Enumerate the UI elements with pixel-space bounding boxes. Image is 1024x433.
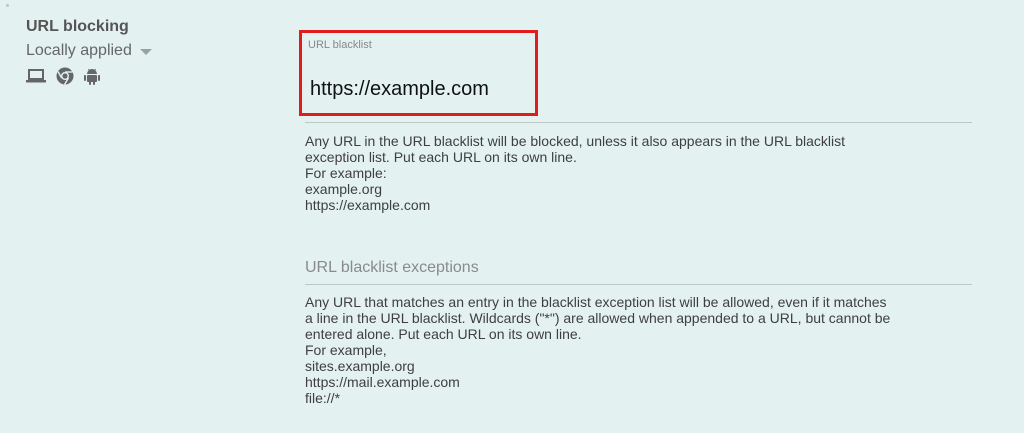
url-blacklist-input[interactable]: https://example.com xyxy=(310,78,530,101)
scope-label: Locally applied xyxy=(26,42,132,59)
setting-title: URL blocking xyxy=(26,18,129,35)
url-blacklist-exceptions-label[interactable]: URL blacklist exceptions xyxy=(305,259,479,277)
help-line: https://mail.example.com xyxy=(305,374,460,390)
help-line: exception list. Put each URL on its own … xyxy=(305,149,577,165)
exceptions-help-text: Any URL that matches an entry in the bla… xyxy=(305,294,945,406)
url-blacklist-field[interactable]: URL blacklist https://example.com xyxy=(299,30,538,116)
scope-dropdown[interactable]: Locally applied xyxy=(26,41,152,61)
platform-icons xyxy=(26,67,152,85)
help-line: https://example.com xyxy=(305,197,431,213)
chrome-icon xyxy=(56,67,74,85)
help-line: For example: xyxy=(305,165,387,181)
android-icon xyxy=(84,67,100,85)
laptop-icon xyxy=(26,69,46,83)
help-line: Any URL in the URL blacklist will be blo… xyxy=(305,133,846,149)
url-blacklist-label: URL blacklist xyxy=(308,39,372,51)
blacklist-help-text: Any URL in the URL blacklist will be blo… xyxy=(305,133,945,213)
help-line: a line in the URL blacklist. Wildcards (… xyxy=(305,310,891,326)
help-line: example.org xyxy=(305,181,383,197)
exceptions-divider xyxy=(305,284,972,285)
chevron-down-icon xyxy=(139,49,152,55)
help-line: sites.example.org xyxy=(305,358,415,374)
setting-summary: URL blocking Locally applied xyxy=(26,17,152,85)
corner-marker xyxy=(6,4,9,7)
help-line: For example, xyxy=(305,342,387,358)
help-line: entered alone. Put each URL on its own l… xyxy=(305,326,582,342)
help-line: Any URL that matches an entry in the bla… xyxy=(305,294,887,310)
blacklist-divider xyxy=(305,122,972,123)
help-line: file://* xyxy=(305,390,341,406)
